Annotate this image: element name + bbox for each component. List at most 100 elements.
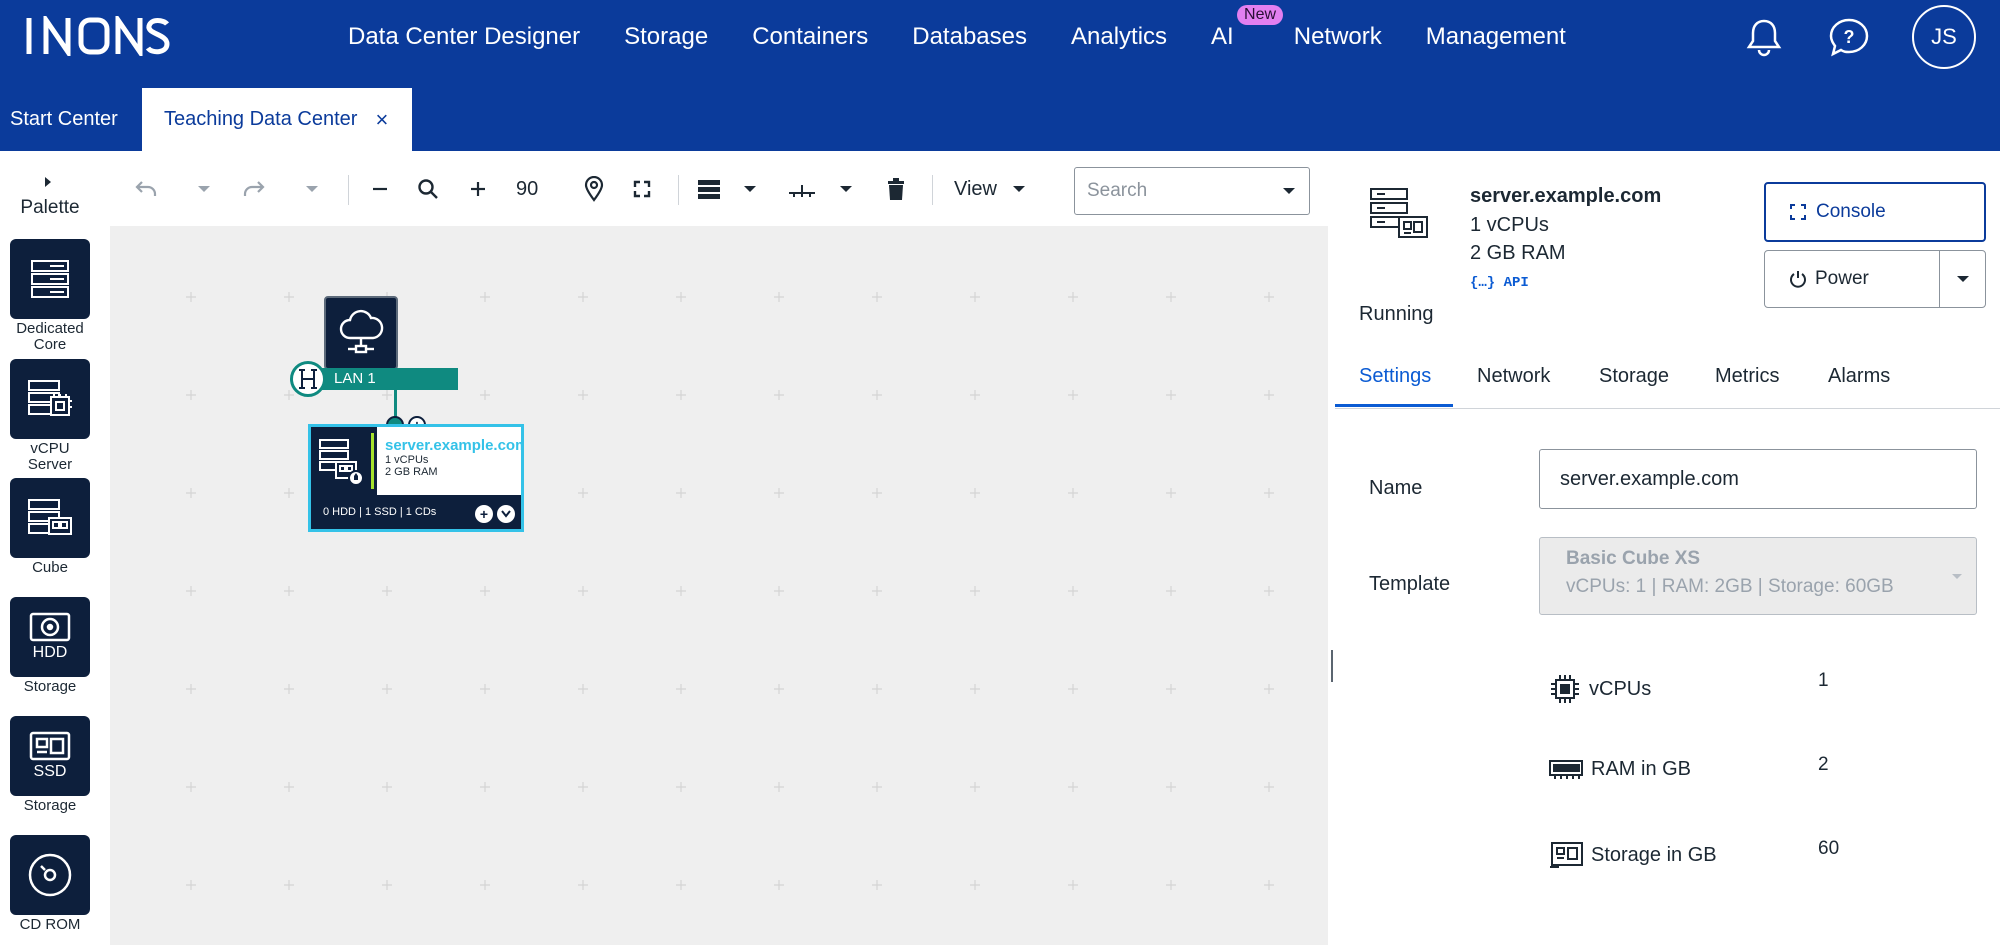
tab-teaching-data-center[interactable]: Teaching Data Center × xyxy=(142,88,412,151)
name-label: Name xyxy=(1369,477,1423,499)
nav-databases[interactable]: Databases xyxy=(912,23,1027,51)
server-node-ram: 2 GB RAM xyxy=(385,466,438,478)
panel-resize-handle[interactable] xyxy=(1331,650,1333,682)
resource-row-vcpus: vCPUs xyxy=(1549,673,1651,705)
palette-label: Storage xyxy=(23,678,77,695)
tab-storage[interactable]: Storage xyxy=(1599,365,1669,388)
tab-network[interactable]: Network xyxy=(1477,365,1550,388)
zoom-out-icon[interactable] xyxy=(366,175,394,203)
toolbar-divider xyxy=(348,175,349,205)
search-select[interactable]: Search xyxy=(1074,167,1310,215)
power-menu-chevron-down-icon[interactable] xyxy=(1957,276,1969,282)
tab-alarms[interactable]: Alarms xyxy=(1828,365,1890,388)
console-label: Console xyxy=(1816,201,1886,222)
zoom-level[interactable]: 90 xyxy=(516,175,538,203)
ram-icon xyxy=(1549,757,1583,781)
active-tab-indicator xyxy=(1335,404,1453,407)
expand-chevron-down-icon[interactable] xyxy=(497,505,515,523)
tab-settings[interactable]: Settings xyxy=(1359,365,1431,388)
ram-value[interactable]: 2 xyxy=(1818,754,1829,776)
designer-toolbar: 90 View Search xyxy=(110,151,1330,225)
palette-item-vcpu-server[interactable]: vCPU Server xyxy=(10,359,90,473)
toolbar-divider xyxy=(678,175,679,205)
vcpus-value[interactable]: 1 xyxy=(1818,670,1829,692)
resource-label: Storage in GB xyxy=(1591,843,1717,866)
design-canvas[interactable]: LAN 1 + server.example.com 1 vCPUs 2 GB … xyxy=(110,226,1328,945)
help-icon[interactable]: ? xyxy=(1828,17,1869,57)
internet-node[interactable] xyxy=(324,296,398,370)
api-link[interactable]: {…} API xyxy=(1470,275,1529,291)
bell-icon[interactable] xyxy=(1744,17,1784,57)
fit-screen-icon[interactable] xyxy=(628,175,656,203)
palette-label: vCPU Server xyxy=(27,440,73,473)
ssd-text: SSD xyxy=(33,763,67,780)
nav-storage[interactable]: Storage xyxy=(624,23,708,51)
view-menu-button[interactable]: View xyxy=(954,175,1025,203)
list-view-icon[interactable] xyxy=(694,175,724,203)
new-badge: New xyxy=(1237,5,1284,25)
resource-label: RAM in GB xyxy=(1591,757,1692,780)
resource-row-ram: RAM in GB xyxy=(1549,757,1691,781)
palette-toggle-icon[interactable] xyxy=(45,177,51,187)
palette-item-cdrom[interactable]: CD ROM xyxy=(10,835,90,933)
panel-tabs: Settings Network Storage Metrics Alarms xyxy=(1335,351,2000,409)
redo-menu-chevron-down-icon[interactable] xyxy=(302,175,322,203)
server-name-input[interactable] xyxy=(1539,449,1977,509)
svg-text:?: ? xyxy=(1844,27,1855,47)
resource-label: vCPUs xyxy=(1589,677,1652,700)
add-storage-icon[interactable]: + xyxy=(475,505,493,523)
server-cpu-summary: 1 vCPUs xyxy=(1470,214,1549,236)
palette-item-dedicated-core[interactable]: Dedicated Core xyxy=(10,239,90,353)
palette-item-hdd-storage[interactable]: HDD Storage xyxy=(10,597,90,695)
palette-label: Storage xyxy=(23,797,77,814)
power-button[interactable]: Power xyxy=(1764,250,1986,308)
template-title: Basic Cube XS xyxy=(1566,548,1701,569)
palette-item-ssd-storage[interactable]: SSD Storage xyxy=(10,716,90,814)
palette-label: Dedicated Core xyxy=(16,320,84,353)
close-icon[interactable]: × xyxy=(375,107,388,133)
template-label: Template xyxy=(1369,573,1451,595)
nav-containers[interactable]: Containers xyxy=(752,23,868,51)
tab-start-center[interactable]: Start Center xyxy=(10,88,118,151)
lan-network-icon[interactable] xyxy=(290,361,326,397)
align-icon[interactable] xyxy=(786,175,818,203)
palette-item-cube[interactable]: Cube xyxy=(10,478,90,576)
nav-ai-label: AI xyxy=(1211,23,1234,50)
console-button[interactable]: Console xyxy=(1764,182,1986,242)
nav-ai[interactable]: AI New xyxy=(1211,5,1284,51)
zoom-in-icon[interactable] xyxy=(464,175,492,203)
palette-title: Palette xyxy=(20,197,80,218)
console-expand-icon xyxy=(1790,204,1806,220)
zoom-search-icon[interactable] xyxy=(414,175,442,203)
redo-icon[interactable] xyxy=(240,175,268,203)
vcpu-server-icon xyxy=(10,359,90,439)
undo-icon[interactable] xyxy=(132,175,160,203)
hdd-icon: HDD xyxy=(10,597,90,677)
power-label: Power xyxy=(1815,268,1869,289)
location-pin-icon[interactable] xyxy=(580,175,608,203)
trash-icon[interactable] xyxy=(882,175,910,203)
cpu-chip-icon xyxy=(1549,673,1581,705)
server-node[interactable]: server.example.com 1 vCPUs 2 GB RAM 0 HD… xyxy=(308,424,524,532)
storage-icon xyxy=(1549,841,1583,869)
server-status: Running xyxy=(1359,303,1434,325)
server-ram-summary: 2 GB RAM xyxy=(1470,242,1566,264)
ionos-logo[interactable] xyxy=(26,16,170,56)
user-avatar[interactable]: JS xyxy=(1912,5,1976,69)
template-select[interactable]: Basic Cube XS vCPUs: 1 | RAM: 2GB | Stor… xyxy=(1539,537,1977,615)
nav-management[interactable]: Management xyxy=(1426,23,1566,51)
chevron-down-icon xyxy=(1952,574,1962,579)
storage-value[interactable]: 60 xyxy=(1818,838,1839,860)
nav-analytics[interactable]: Analytics xyxy=(1071,23,1167,51)
chevron-down-icon xyxy=(1283,188,1295,194)
nav-network[interactable]: Network xyxy=(1294,23,1382,51)
chevron-down-icon xyxy=(1013,186,1025,192)
nav-data-center-designer[interactable]: Data Center Designer xyxy=(348,23,580,51)
tab-metrics[interactable]: Metrics xyxy=(1715,365,1779,388)
power-icon xyxy=(1789,270,1807,288)
cloud-icon xyxy=(339,309,384,354)
undo-menu-chevron-down-icon[interactable] xyxy=(194,175,214,203)
align-chevron-down-icon[interactable] xyxy=(836,175,856,203)
cdrom-icon xyxy=(10,835,90,915)
list-view-chevron-down-icon[interactable] xyxy=(740,175,760,203)
